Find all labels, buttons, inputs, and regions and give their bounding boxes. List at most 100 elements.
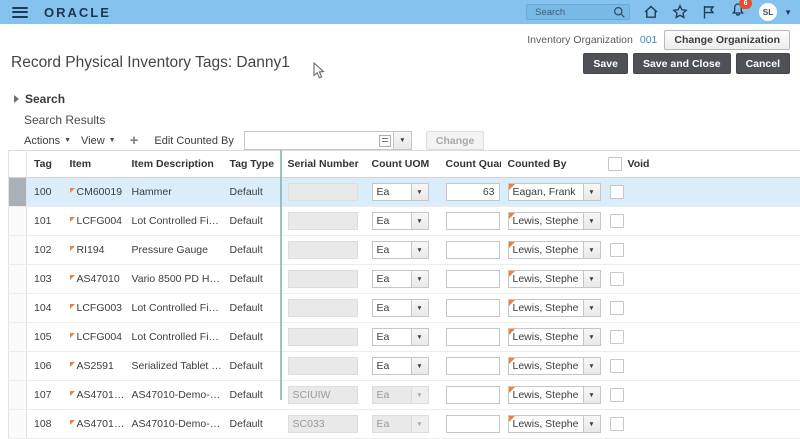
watchlist-flag-icon[interactable]	[701, 4, 717, 20]
row-selector[interactable]	[9, 236, 27, 265]
count-uom-input[interactable]	[372, 241, 412, 259]
column-header-counted-by[interactable]: Counted By	[501, 151, 601, 178]
column-header-count-quantity[interactable]: Count Quantity	[439, 151, 501, 178]
counted-by-dropdown-button[interactable]	[583, 328, 601, 346]
count-quantity-input[interactable]	[446, 415, 500, 433]
count-quantity-input[interactable]	[446, 357, 500, 375]
table-row[interactable]: 101 LCFG004 Lot Controlled Finished Good…	[9, 207, 800, 236]
column-header-item-description[interactable]: Item Description	[125, 151, 223, 178]
row-selector[interactable]	[9, 323, 27, 352]
count-uom-input[interactable]	[372, 357, 412, 375]
search-icon[interactable]	[613, 6, 626, 19]
table-row[interactable]: 102 RI194 Pressure Gauge Default	[9, 236, 800, 265]
counted-by-input[interactable]	[508, 299, 584, 317]
change-button[interactable]: Change	[426, 131, 485, 150]
void-select-all-checkbox[interactable]	[608, 157, 622, 171]
table-row[interactable]: 103 AS47010 Vario 8500 PD Holographic Ta…	[9, 265, 800, 294]
counted-by-input[interactable]	[508, 415, 584, 433]
count-uom-dropdown-button[interactable]	[411, 328, 429, 346]
counted-by-dropdown-button[interactable]	[583, 357, 601, 375]
void-checkbox[interactable]	[610, 214, 624, 228]
hamburger-menu-icon[interactable]	[12, 7, 28, 18]
void-checkbox[interactable]	[610, 272, 624, 286]
count-uom-dropdown-button[interactable]	[411, 270, 429, 288]
counted-by-input[interactable]	[508, 241, 584, 259]
lov-picker-icon[interactable]	[379, 135, 391, 147]
change-organization-button[interactable]: Change Organization	[664, 30, 790, 50]
count-uom-dropdown-button[interactable]	[411, 299, 429, 317]
view-menu[interactable]: View▼	[81, 135, 116, 147]
count-quantity-input[interactable]	[446, 270, 500, 288]
cancel-button[interactable]: Cancel	[736, 53, 790, 74]
row-selector[interactable]	[9, 207, 27, 236]
count-uom-input[interactable]	[372, 183, 412, 201]
counted-by-dropdown-button[interactable]	[583, 212, 601, 230]
count-quantity-input[interactable]	[446, 386, 500, 404]
counted-by-dropdown-button[interactable]	[583, 299, 601, 317]
column-splitter[interactable]	[280, 150, 282, 400]
column-header-item[interactable]: Item	[63, 151, 125, 178]
count-quantity-input[interactable]	[446, 183, 500, 201]
counted-by-input[interactable]	[508, 357, 584, 375]
table-row[interactable]: 105 LCFG004 Lot Controlled Finished Good…	[9, 323, 800, 352]
counted-by-dropdown-button[interactable]	[583, 386, 601, 404]
save-and-close-button[interactable]: Save and Close	[633, 53, 731, 74]
column-header-count-uom[interactable]: Count UOM	[365, 151, 439, 178]
void-checkbox[interactable]	[610, 417, 624, 431]
table-row[interactable]: 100 CM60019 Hammer Default	[9, 178, 800, 207]
table-row[interactable]: 108 AS47010-Comp AS47010-Demo-Comp-Seria…	[9, 410, 800, 439]
notifications-bell-icon[interactable]: 6	[730, 2, 746, 23]
row-selector[interactable]	[9, 352, 27, 381]
count-uom-dropdown-button[interactable]	[411, 183, 429, 201]
user-avatar[interactable]: SL	[759, 3, 777, 21]
count-quantity-input[interactable]	[446, 241, 500, 259]
count-quantity-input[interactable]	[446, 212, 500, 230]
void-checkbox[interactable]	[610, 243, 624, 257]
table-row[interactable]: 106 AS2591 Serialized Tablet Component D…	[9, 352, 800, 381]
count-quantity-input[interactable]	[446, 299, 500, 317]
void-checkbox[interactable]	[610, 330, 624, 344]
actions-menu[interactable]: Actions▼	[24, 135, 71, 147]
counted-by-input[interactable]	[508, 328, 584, 346]
add-row-icon[interactable]: +	[130, 133, 139, 148]
counted-by-dropdown-button[interactable]	[583, 183, 601, 201]
count-uom-input[interactable]	[372, 299, 412, 317]
table-row[interactable]: 107 AS47010-Comp AS47010-Demo-Comp-Seria…	[9, 381, 800, 410]
row-selector[interactable]	[9, 410, 27, 439]
count-uom-dropdown-button[interactable]	[411, 241, 429, 259]
counted-by-dropdown-button[interactable]	[583, 241, 601, 259]
global-search-box[interactable]	[526, 4, 630, 20]
item-description-cell: AS47010-Demo-Comp-Serial ...	[125, 381, 223, 410]
favorites-star-icon[interactable]	[672, 4, 688, 20]
edit-counted-by-dropdown-button[interactable]	[393, 131, 412, 150]
count-uom-dropdown-button[interactable]	[411, 212, 429, 230]
counted-by-dropdown-button[interactable]	[583, 415, 601, 433]
void-checkbox[interactable]	[610, 301, 624, 315]
counted-by-input[interactable]	[508, 212, 584, 230]
row-selector[interactable]	[9, 265, 27, 294]
count-uom-dropdown-button[interactable]	[411, 357, 429, 375]
void-checkbox[interactable]	[610, 359, 624, 373]
counted-by-dropdown-button[interactable]	[583, 270, 601, 288]
row-selector[interactable]	[9, 178, 27, 207]
void-checkbox[interactable]	[610, 185, 624, 199]
column-header-serial-number[interactable]: Serial Number	[281, 151, 365, 178]
counted-by-input[interactable]	[508, 183, 584, 201]
count-uom-input[interactable]	[372, 328, 412, 346]
column-header-tag[interactable]: Tag	[27, 151, 63, 178]
save-button[interactable]: Save	[583, 53, 628, 74]
counted-by-input[interactable]	[508, 386, 584, 404]
row-selector[interactable]	[9, 381, 27, 410]
global-search-input[interactable]	[533, 6, 613, 19]
column-header-tag-type[interactable]: Tag Type	[223, 151, 281, 178]
count-quantity-input[interactable]	[446, 328, 500, 346]
table-row[interactable]: 104 LCFG003 Lot Controlled Finished Good…	[9, 294, 800, 323]
count-uom-input[interactable]	[372, 270, 412, 288]
counted-by-input[interactable]	[508, 270, 584, 288]
row-selector[interactable]	[9, 294, 27, 323]
count-uom-input[interactable]	[372, 212, 412, 230]
search-expander[interactable]: Search	[14, 92, 65, 106]
user-menu-chevron-icon[interactable]: ▼	[784, 8, 792, 17]
home-icon[interactable]	[643, 4, 659, 20]
edit-counted-by-input[interactable]	[244, 131, 394, 150]
